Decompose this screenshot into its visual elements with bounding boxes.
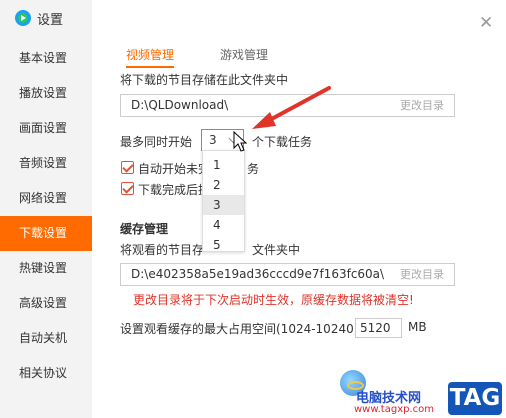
- auto-start-label: 自动开始未完: [138, 162, 211, 176]
- finish-notify-checkbox[interactable]: [121, 182, 134, 195]
- sidebar-item-auto-shutdown[interactable]: 自动关机: [0, 321, 92, 356]
- dropdown-option-4[interactable]: 4: [203, 215, 244, 235]
- chevron-down-icon: [228, 133, 239, 144]
- sidebar-item-advanced[interactable]: 高级设置: [0, 286, 92, 321]
- auto-start-checkbox[interactable]: [121, 161, 134, 174]
- max-tasks-dropdown: 1 2 3 4 5: [202, 150, 245, 252]
- download-folder-field[interactable]: D:\QLDownload\ 更改目录: [120, 94, 455, 117]
- sidebar-item-network[interactable]: 网络设置: [0, 181, 92, 216]
- sidebar-item-hotkey[interactable]: 热键设置: [0, 251, 92, 286]
- cache-warning-text: 更改目录将于下次启动时生效，原缓存数据将被清空!: [133, 293, 414, 307]
- max-tasks-value: 3: [209, 133, 217, 147]
- download-folder-label: 将下载的节目存储在此文件夹中: [120, 73, 289, 87]
- max-space-unit: MB: [408, 320, 427, 334]
- sidebar-item-agreements[interactable]: 相关协议: [0, 356, 92, 391]
- dropdown-option-1[interactable]: 1: [203, 155, 244, 175]
- max-tasks-suffix: 个下载任务: [252, 135, 313, 149]
- cache-folder-field[interactable]: D:\e402358a5e19ad36cccd9e7f163fc60a\ 更改目…: [120, 263, 455, 286]
- dropdown-option-3[interactable]: 3: [203, 195, 244, 215]
- tab-game-management[interactable]: 游戏管理: [220, 46, 268, 68]
- cache-folder-path: D:\e402358a5e19ad36cccd9e7f163fc60a\: [131, 267, 385, 281]
- max-tasks-prefix: 最多同时开始: [120, 135, 193, 149]
- app-header: 设置: [0, 0, 92, 36]
- max-space-label: 设置观看缓存的最大占用空间(1024-10240): [120, 322, 359, 336]
- watermark-url: www.tagxp.com: [354, 404, 434, 415]
- sidebar-nav: 基本设置 播放设置 画面设置 音频设置 网络设置 下载设置 热键设置 高级设置 …: [0, 41, 92, 391]
- cache-folder-label-tail: 文件夹中: [252, 243, 301, 257]
- dropdown-option-5[interactable]: 5: [203, 235, 244, 255]
- cache-change-dir-button[interactable]: 更改目录: [400, 264, 444, 285]
- download-folder-path: D:\QLDownload\: [131, 98, 229, 112]
- max-tasks-select[interactable]: 3: [201, 129, 244, 151]
- watermark-tag-badge: TAG: [448, 382, 502, 415]
- qq-video-logo-icon: [15, 10, 31, 26]
- dropdown-option-2[interactable]: 2: [203, 175, 244, 195]
- max-space-input[interactable]: 5120: [355, 318, 402, 338]
- tab-bar: 视频管理 游戏管理: [126, 46, 314, 68]
- sidebar-item-playback[interactable]: 播放设置: [0, 76, 92, 111]
- sidebar-item-download[interactable]: 下载设置: [0, 216, 92, 251]
- sidebar-item-audio[interactable]: 音频设置: [0, 146, 92, 181]
- finish-notify-label: 下载完成后提: [138, 183, 211, 197]
- app-title: 设置: [37, 12, 64, 28]
- close-icon[interactable]: ✕: [479, 15, 493, 32]
- max-space-value: 5120: [360, 321, 391, 335]
- cache-folder-label: 将观看的节目存: [120, 243, 205, 257]
- download-change-dir-button[interactable]: 更改目录: [400, 95, 444, 116]
- auto-start-label-tail: 务: [247, 162, 260, 176]
- sidebar-item-basic[interactable]: 基本设置: [0, 41, 92, 76]
- sidebar-item-picture[interactable]: 画面设置: [0, 111, 92, 146]
- tab-video-management[interactable]: 视频管理: [126, 46, 175, 68]
- sidebar: 设置 基本设置 播放设置 画面设置 音频设置 网络设置 下载设置 热键设置 高级…: [0, 0, 92, 418]
- cache-section-title: 缓存管理: [120, 222, 169, 236]
